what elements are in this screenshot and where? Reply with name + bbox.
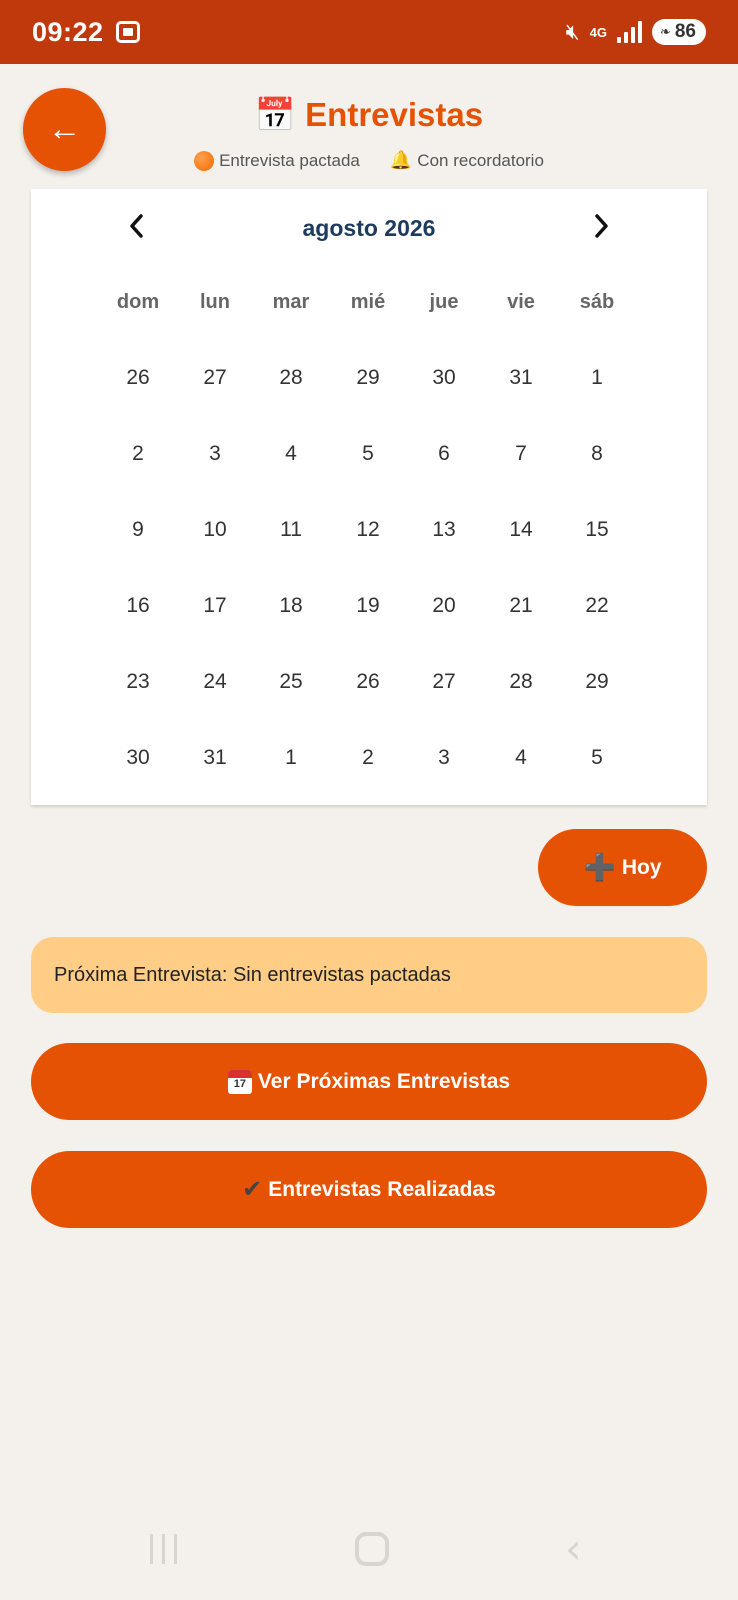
status-bar: 09:22 🔇︎ 4G ❧ 86 <box>0 0 738 64</box>
calendar-day[interactable]: 14 <box>483 518 559 542</box>
battery-saver-icon: ❧ <box>659 24 671 39</box>
calendar-day[interactable]: 20 <box>406 594 482 618</box>
calendar-icon: 17 <box>227 1069 252 1094</box>
today-button-label: Hoy <box>621 855 662 879</box>
calendar-day[interactable]: 19 <box>330 594 406 618</box>
calendar-day[interactable]: 31 <box>483 366 559 390</box>
calendar-icon: 📅 <box>254 96 296 133</box>
weekday-label: vie <box>507 291 535 313</box>
calendar-day[interactable]: 12 <box>330 518 406 542</box>
legend-item-scheduled: Entrevista pactada <box>194 150 360 171</box>
page-title-text: Entrevistas <box>305 96 484 133</box>
status-time: 09:22 <box>32 16 104 47</box>
weekday-label: jue <box>429 291 459 313</box>
weekday-label: lun <box>200 291 230 313</box>
calendar-day[interactable]: 30 <box>406 366 482 390</box>
completed-interviews-label: Entrevistas Realizadas <box>268 1177 496 1201</box>
calendar-day[interactable]: 26 <box>100 366 176 390</box>
calendar-day[interactable]: 11 <box>253 518 329 542</box>
calendar-day[interactable]: 8 <box>559 442 635 466</box>
system-nav-bar: ‹ <box>0 1528 738 1570</box>
recents-button[interactable] <box>150 1534 177 1564</box>
calendar-day[interactable]: 5 <box>330 442 406 466</box>
calendar-day[interactable]: 24 <box>177 670 253 694</box>
upcoming-interviews-label: Ver Próximas Entrevistas <box>257 1069 511 1093</box>
legend-label: Entrevista pactada <box>219 150 360 170</box>
calendar-day[interactable]: 31 <box>177 746 253 770</box>
calendar-day[interactable]: 5 <box>559 746 635 770</box>
check-icon: ✔ <box>242 1176 263 1203</box>
calendar-day[interactable]: 26 <box>330 670 406 694</box>
calendar-day[interactable]: 18 <box>253 594 329 618</box>
calendar-day[interactable]: 3 <box>177 442 253 466</box>
calendar-day[interactable]: 16 <box>100 594 176 618</box>
next-interview-card: Próxima Entrevista: Sin entrevistas pact… <box>31 937 707 1013</box>
weekday-label: sáb <box>579 291 615 313</box>
page-title: 📅 Entrevistas <box>0 96 738 135</box>
calendar-day[interactable]: 22 <box>559 594 635 618</box>
calendar-day[interactable]: 4 <box>253 442 329 466</box>
orange-dot-icon <box>194 150 215 171</box>
legend: Entrevista pactada 🔔 Con recordatorio <box>0 150 738 171</box>
mute-icon: 🔇︎ <box>565 19 580 44</box>
calendar-day[interactable]: 7 <box>483 442 559 466</box>
calendar-day[interactable]: 25 <box>253 670 329 694</box>
calendar-day[interactable]: 2 <box>330 746 406 770</box>
bell-icon: 🔔 <box>389 150 413 170</box>
calendar-day[interactable]: 2 <box>100 442 176 466</box>
calendar-day[interactable]: 15 <box>559 518 635 542</box>
calendar-day[interactable]: 27 <box>177 366 253 390</box>
calendar-day[interactable]: 23 <box>100 670 176 694</box>
weekday-label: dom <box>116 291 160 313</box>
battery-indicator: ❧ 86 <box>651 19 706 45</box>
calendar-day[interactable]: 30 <box>100 746 176 770</box>
calendar-day[interactable]: 10 <box>177 518 253 542</box>
screen-capture-icon <box>115 21 140 43</box>
system-back-button[interactable]: ‹ <box>565 1528 582 1570</box>
weekday-label: mié <box>350 291 386 313</box>
completed-interviews-button[interactable]: ✔ Entrevistas Realizadas <box>31 1151 707 1228</box>
today-button[interactable]: ➕ Hoy <box>538 829 707 906</box>
calendar-day[interactable]: 17 <box>177 594 253 618</box>
battery-level: 86 <box>674 21 696 42</box>
home-button[interactable] <box>355 1532 389 1566</box>
status-icons: 🔇︎ 4G ❧ 86 <box>566 19 706 45</box>
calendar-day[interactable]: 1 <box>253 746 329 770</box>
calendar-day[interactable]: 29 <box>330 366 406 390</box>
weekday-label: mar <box>272 291 310 313</box>
signal-icon <box>616 21 642 43</box>
legend-item-reminder: 🔔 Con recordatorio <box>390 150 544 171</box>
calendar-day[interactable]: 21 <box>483 594 559 618</box>
calendar-day[interactable]: 3 <box>406 746 482 770</box>
next-month-button[interactable] <box>589 211 613 241</box>
calendar-day[interactable]: 28 <box>253 366 329 390</box>
legend-label: Con recordatorio <box>417 150 544 170</box>
calendar-day[interactable]: 9 <box>100 518 176 542</box>
calendar-day[interactable]: 1 <box>559 366 635 390</box>
calendar: agosto 2026 dom lun mar mié jue vie sáb 26 27 28… <box>31 189 707 805</box>
upcoming-interviews-button[interactable]: 17 Ver Próximas Entrevistas <box>31 1043 707 1120</box>
calendar-day[interactable]: 13 <box>406 518 482 542</box>
calendar-day[interactable]: 6 <box>406 442 482 466</box>
calendar-day[interactable]: 29 <box>559 670 635 694</box>
calendar-day[interactable]: 27 <box>406 670 482 694</box>
calendar-day[interactable]: 4 <box>483 746 559 770</box>
plus-icon: ➕ <box>583 852 616 882</box>
calendar-day[interactable]: 28 <box>483 670 559 694</box>
network-label: 4G <box>589 24 607 40</box>
